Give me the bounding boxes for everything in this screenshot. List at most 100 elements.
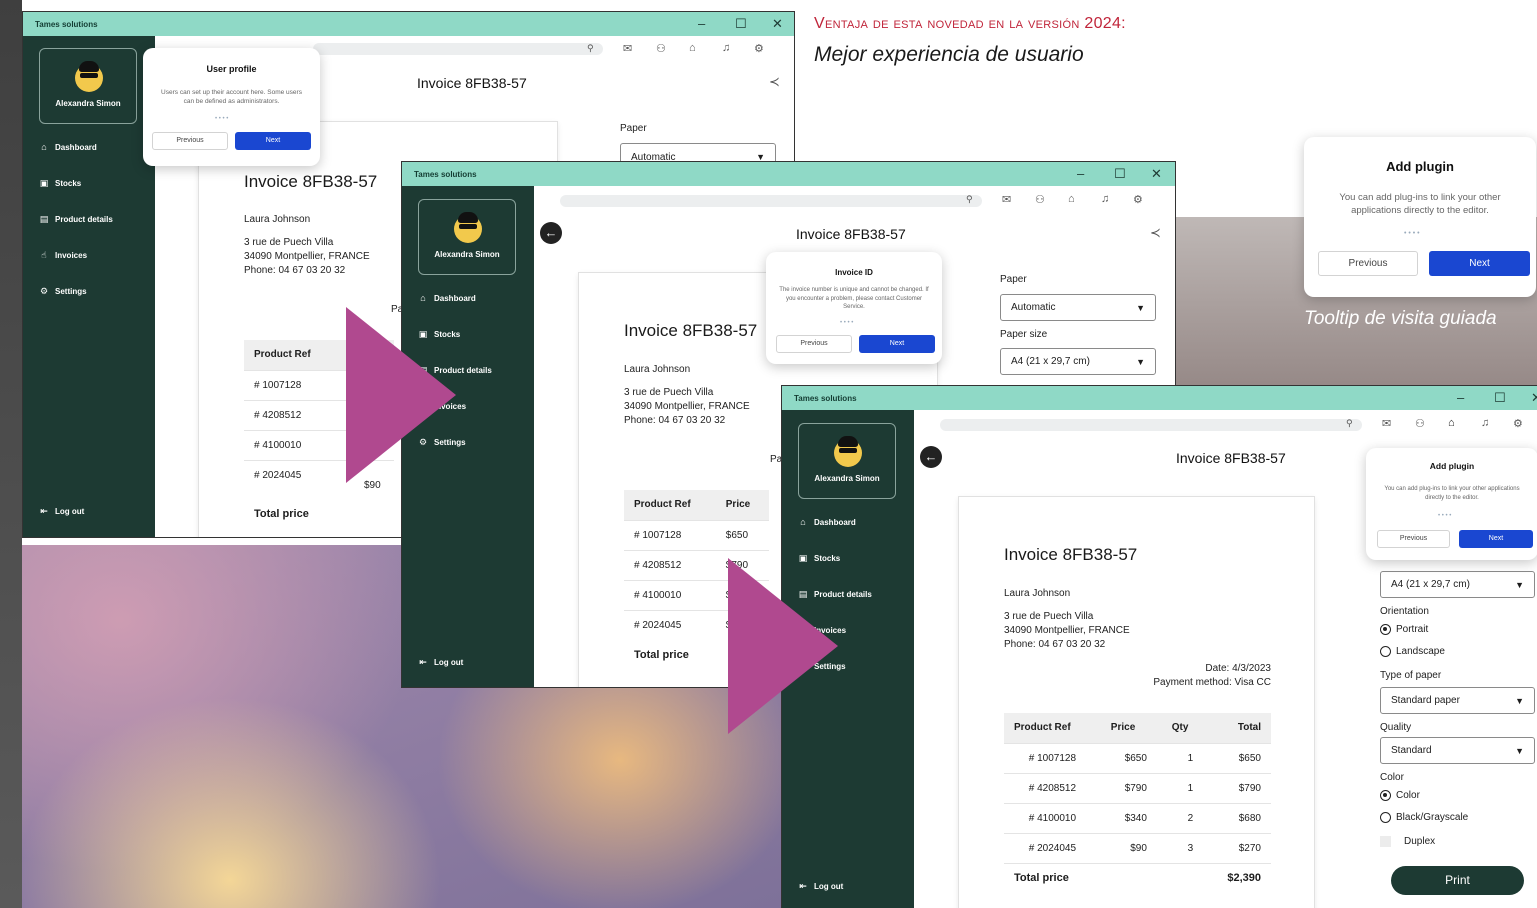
users-icon[interactable]: ⚇ [656,42,666,55]
plugin-icon[interactable]: ⌂ [1448,417,1455,429]
user-profile-tooltip: User profile Users can set up their acco… [143,48,320,166]
settings-icon[interactable]: ⚙ [1133,193,1143,206]
plugin-icon[interactable]: ⌂ [689,42,696,54]
mail-icon[interactable]: ✉ [1002,193,1011,206]
previous-button[interactable]: Previous [776,335,852,353]
users-icon[interactable]: ⚇ [1035,193,1045,206]
previous-button[interactable]: Previous [1377,530,1450,548]
landscape-radio[interactable]: Landscape [1380,646,1445,657]
maximize-icon[interactable]: ☐ [1494,390,1506,406]
quality-select[interactable]: Standard ▼ [1380,737,1535,764]
customer-name: Laura Johnson [244,214,311,225]
color-radio[interactable]: Color [1380,790,1420,801]
tooltip-title: Add plugin [1386,159,1454,174]
nav-stocks[interactable]: ▣ Stocks [39,178,82,189]
address-line-2: 34090 Montpellier, FRANCE [244,251,370,262]
portrait-radio[interactable]: Portrait [1380,624,1428,635]
minimize-icon[interactable]: – [1077,166,1084,181]
next-button[interactable]: Next [1429,251,1530,276]
close-icon[interactable]: ✕ [772,16,783,32]
table-cell: $650 [715,519,769,550]
customer-name: Laura Johnson [624,364,691,375]
search-input[interactable] [313,43,603,55]
settings-icon[interactable]: ⚙ [1513,417,1523,430]
logout-icon: ⇤ [40,506,48,516]
invoice-paper: Invoice 8FB38-57 Laura Johnson 3 rue de … [959,497,1314,908]
previous-button[interactable]: Previous [152,132,228,150]
print-button[interactable]: Print [1391,866,1524,895]
search-input[interactable] [940,419,1362,431]
address-line-1: 3 rue de Puech Villa [1004,611,1094,622]
logout[interactable]: ⇤ Log out [39,506,84,517]
type-of-paper-label: Type of paper [1380,670,1442,681]
minimize-icon[interactable]: – [698,16,705,31]
progress-dots: • • • • [215,116,229,122]
table-row: # 4100010 $340 2 $680 [1004,802,1271,833]
mail-icon[interactable]: ✉ [623,42,632,55]
bell-icon[interactable]: ♫ [722,42,730,54]
search-input[interactable] [560,195,982,207]
share-icon[interactable]: ≺ [769,74,780,90]
box-icon: ▣ [39,178,49,188]
duplex-checkbox[interactable]: Duplex [1380,836,1435,847]
back-arrow-icon[interactable]: ← [540,222,562,244]
minimize-icon[interactable]: – [1457,390,1464,405]
tooltip-body: You can add plug-ins to link your other … [1384,486,1520,501]
maximize-icon[interactable]: ☐ [735,16,747,32]
share-icon[interactable]: ≺ [1150,225,1161,241]
window-3: Tames solutions – ☐ ✕ Alexandra Simon ⌂D… [781,385,1537,908]
nav-dashboard[interactable]: ⌂ Dashboard [798,517,856,527]
gear-icon: ⚙ [39,286,49,296]
settings-icon[interactable]: ⚙ [754,42,764,55]
next-button[interactable]: Next [235,132,311,150]
paper-select[interactable]: Automatic ▼ [1000,294,1156,321]
avatar [834,436,862,467]
close-icon[interactable]: ✕ [1531,390,1537,406]
col-product-ref: Product Ref [1004,713,1101,743]
profile-card[interactable]: Alexandra Simon [798,423,896,499]
users-icon[interactable]: ⚇ [1415,417,1425,430]
next-button[interactable]: Next [859,335,935,353]
plugin-icon[interactable]: ⌂ [1068,193,1075,205]
profile-card[interactable]: Alexandra Simon [418,199,516,275]
search-icon[interactable]: ⚲ [1346,418,1353,429]
previous-button[interactable]: Previous [1318,251,1418,276]
profile-card[interactable]: Alexandra Simon [39,48,137,124]
address-line-1: 3 rue de Puech Villa [244,237,334,248]
tooltip-body: The invoice number is unique and cannot … [779,287,929,310]
grayscale-radio[interactable]: Black/Grayscale [1380,812,1468,823]
user-name: Alexandra Simon [55,99,121,108]
nav-invoices[interactable]: ☝ Invoices [39,250,87,261]
radio-selected-icon [1380,624,1391,635]
search-icon[interactable]: ⚲ [966,194,973,205]
next-button[interactable]: Next [1459,530,1533,548]
progress-dots: • • • • [1404,230,1420,237]
tooltip-body: Users can set up their account here. Som… [161,89,302,105]
paper-size-select[interactable]: A4 (21 x 29,7 cm) ▼ [1380,571,1535,598]
nav-settings[interactable]: ⚙ Settings [39,286,87,297]
table-row: # 2024045 $90 3 $270 [1004,832,1271,863]
logout[interactable]: ⇤ Log out [418,657,463,668]
chevron-down-icon: ▼ [1136,302,1145,313]
bell-icon[interactable]: ♫ [1481,417,1489,429]
bell-icon[interactable]: ♫ [1101,193,1109,205]
search-icon[interactable]: ⚲ [587,43,594,54]
user-name: Alexandra Simon [814,474,880,483]
mail-icon[interactable]: ✉ [1382,417,1391,430]
col-price: Price [1100,713,1157,743]
nav-product-details[interactable]: ▤ Product details [39,214,113,225]
annotation-subtitle: Mejor experiencia de usuario [814,43,1084,66]
maximize-icon[interactable]: ☐ [1114,166,1126,182]
logout[interactable]: ⇤ Log out [798,881,843,892]
chevron-down-icon: ▼ [1515,745,1524,756]
table-row: # 1007128 $650 1 $650 [1004,742,1271,773]
type-of-paper-select[interactable]: Standard paper ▼ [1380,687,1535,714]
nav-dashboard[interactable]: ⌂ Dashboard [39,142,97,152]
document-icon: ▤ [39,214,49,224]
back-arrow-icon[interactable]: ← [920,446,942,468]
paper-size-select[interactable]: A4 (21 x 29,7 cm) ▼ [1000,348,1156,375]
close-icon[interactable]: ✕ [1151,166,1162,182]
nav-dashboard[interactable]: ⌂ Dashboard [418,293,476,303]
radio-selected-icon [1380,790,1391,801]
tooltip-title: Invoice ID [835,268,873,277]
